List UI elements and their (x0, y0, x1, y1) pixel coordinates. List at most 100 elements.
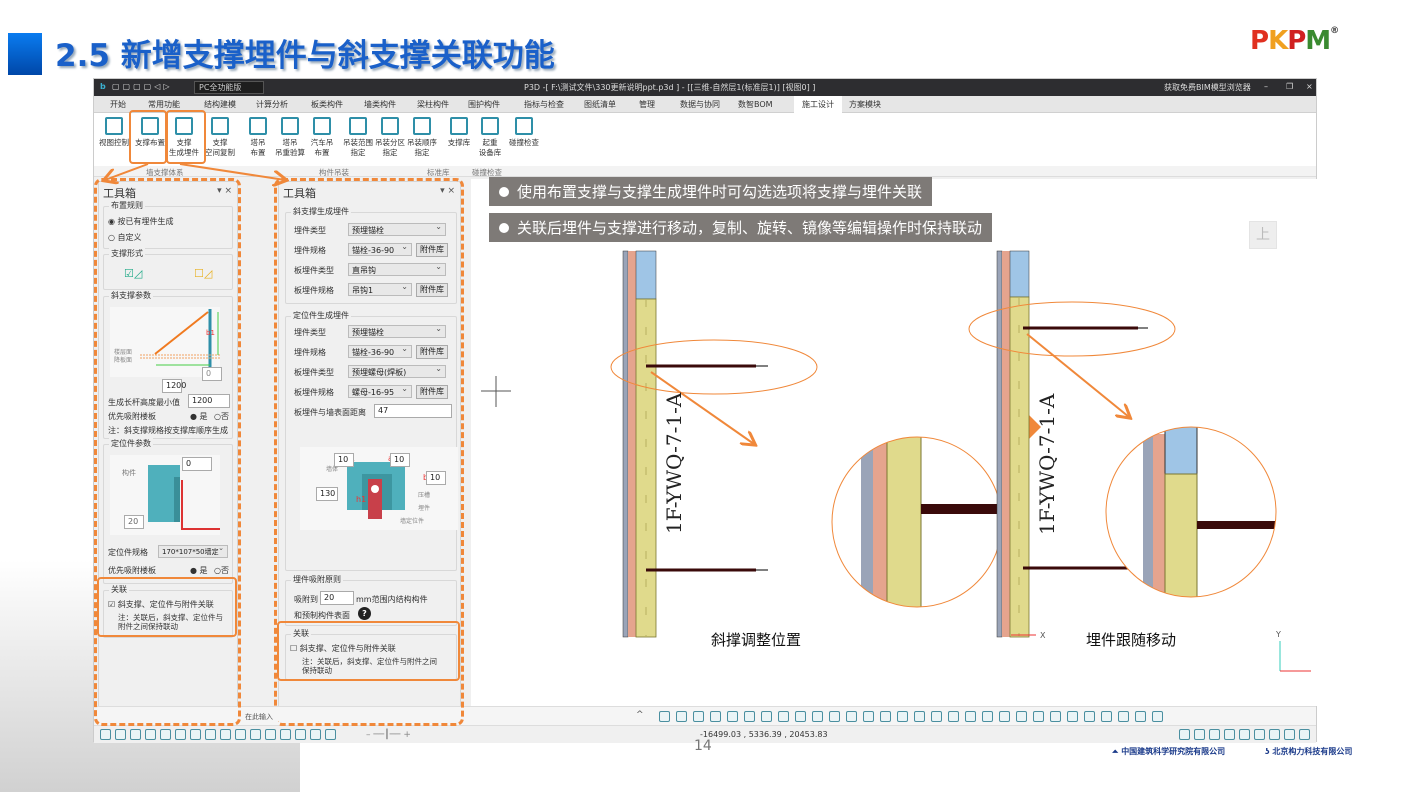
snap-toggle-icon[interactable] (1254, 729, 1265, 740)
status-toolbar-icon[interactable] (205, 729, 216, 740)
menu-tab[interactable]: 围护构件 (468, 99, 500, 110)
menu-tab[interactable]: 指标与检查 (524, 99, 564, 110)
view-toolbar-icon[interactable] (897, 711, 908, 722)
restore-button[interactable]: ❐ (1286, 82, 1293, 91)
get-viewer-link[interactable]: 获取免费BIM模型浏览器 (1164, 82, 1251, 93)
view-toolbar-icon[interactable] (1084, 711, 1095, 722)
svg-text:Y: Y (1275, 630, 1281, 639)
highlight-association-1 (97, 577, 237, 637)
ribbon-button[interactable]: 吊装范围 指定 (340, 117, 376, 158)
view-toolbar-icon[interactable] (1067, 711, 1078, 722)
menu-tab[interactable]: 数智BOM (738, 99, 773, 110)
view-toolbar-icon[interactable] (795, 711, 806, 722)
ribbon-button[interactable]: 汽车吊 布置 (304, 117, 340, 158)
view-toolbar-icon[interactable] (1016, 711, 1027, 722)
quick-access-icons[interactable]: ▢▢▢▢◁▷ (112, 82, 173, 91)
drawing-svg: 1F-YWQ-7-1-A 斜撑调整位置 1F-YWQ-7-1-A 埋件跟随移动 … (481, 250, 1311, 672)
view-toolbar-icon[interactable] (710, 711, 721, 722)
view-toolbar-icon[interactable] (1152, 711, 1163, 722)
ribbon-button[interactable]: 视图控制 (96, 117, 132, 148)
ribbon-button[interactable]: 支撑 空间复制 (202, 117, 238, 158)
view-toolbar-icon[interactable] (829, 711, 840, 722)
status-toolbar-icon[interactable] (130, 729, 141, 740)
view-toolbar-icon[interactable] (761, 711, 772, 722)
snap-toggle-icon[interactable] (1284, 729, 1295, 740)
ribbon-button-icon (515, 117, 533, 135)
view-toolbar-icon[interactable] (880, 711, 891, 722)
view-toolbar-icon[interactable] (982, 711, 993, 722)
status-toolbar-icon[interactable] (220, 729, 231, 740)
menu-tab[interactable]: 数据与协同 (680, 99, 720, 110)
status-toolbar-icon[interactable] (265, 729, 276, 740)
magnifier-after (1105, 426, 1277, 598)
ribbon-button[interactable]: 起重 设备库 (472, 117, 508, 158)
view-toolbar-icon[interactable] (863, 711, 874, 722)
ribbon-button[interactable]: 塔吊 吊重验算 (272, 117, 308, 158)
menu-tab[interactable]: 管理 (639, 99, 655, 110)
ribbon-button-label: 支撑库 (447, 138, 471, 147)
status-toolbar-icon[interactable] (250, 729, 261, 740)
status-toolbar-icon[interactable] (235, 729, 246, 740)
menu-tab[interactable]: 梁柱构件 (417, 99, 449, 110)
drawing-canvas[interactable]: 使用布置支撑与支撑生成埋件时可勾选选项将支撑与埋件关联 关联后埋件与支撑进行移动… (471, 177, 1317, 706)
ribbon-button[interactable]: 吊装分区 指定 (372, 117, 408, 158)
minimize-button[interactable]: – (1264, 82, 1268, 91)
snap-toggle-icon[interactable] (1209, 729, 1220, 740)
ribbon-button[interactable]: 碰撞检查 (506, 117, 542, 148)
menu-tab[interactable]: 结构建模 (204, 99, 236, 110)
ribbon-button[interactable]: 塔吊 布置 (240, 117, 276, 158)
menu-tab[interactable]: 板类构件 (311, 99, 343, 110)
status-toolbar-icon[interactable] (310, 729, 321, 740)
status-toolbar-icon[interactable] (325, 729, 336, 740)
menu-tab[interactable]: 图纸清单 (584, 99, 616, 110)
view-toolbar-icon[interactable] (812, 711, 823, 722)
snap-toggle-icon[interactable] (1299, 729, 1310, 740)
view-toolbar-icon[interactable] (693, 711, 704, 722)
snap-toggle-icon[interactable] (1224, 729, 1235, 740)
view-toolbar-icon[interactable] (1050, 711, 1061, 722)
view-toolbar-icon[interactable] (744, 711, 755, 722)
snap-toggle-icon[interactable] (1194, 729, 1205, 740)
view-toolbar-icon[interactable] (778, 711, 789, 722)
view-toolbar-icon[interactable] (727, 711, 738, 722)
pkpm-logo: PKPM® (1250, 26, 1339, 56)
status-toolbar-icon[interactable] (295, 729, 306, 740)
status-toolbar-icon[interactable] (100, 729, 111, 740)
menu-tab[interactable]: 墙类构件 (364, 99, 396, 110)
expand-up-icon[interactable]: ^ (636, 710, 644, 720)
menu-tab[interactable]: 施工设计 (794, 96, 842, 113)
status-toolbar-icon[interactable] (280, 729, 291, 740)
ribbon-button-icon (249, 117, 267, 135)
snap-toggle-icon[interactable] (1269, 729, 1280, 740)
status-toolbar-icon[interactable] (115, 729, 126, 740)
ribbon-button-label: 吊装顺序 指定 (407, 138, 437, 157)
status-toolbar-icon[interactable] (190, 729, 201, 740)
view-toolbar-icon[interactable] (846, 711, 857, 722)
view-toolbar-icon[interactable] (948, 711, 959, 722)
zoom-slider[interactable]: – ──┃── + (366, 730, 426, 740)
snap-toggle-icon[interactable] (1179, 729, 1190, 740)
status-toolbar-icon[interactable] (160, 729, 171, 740)
view-toolbar-icon[interactable] (1101, 711, 1112, 722)
view-toolbar-icon[interactable] (1118, 711, 1129, 722)
workspace-select[interactable]: PC全功能版 (194, 81, 264, 94)
view-toolbar-icon[interactable] (659, 711, 670, 722)
snap-toggle-icon[interactable] (1239, 729, 1250, 740)
status-toolbar-icon[interactable] (175, 729, 186, 740)
view-toolbar-icon[interactable] (999, 711, 1010, 722)
command-input[interactable]: 在此输入 (244, 707, 278, 724)
menu-tab[interactable]: 开始 (110, 99, 126, 110)
menu-tab[interactable]: 方案模块 (849, 99, 881, 110)
status-toolbar-icon[interactable] (145, 729, 156, 740)
menu-tab[interactable]: 计算分析 (256, 99, 288, 110)
view-toolbar-icon[interactable] (1033, 711, 1044, 722)
close-button[interactable]: × (1306, 82, 1313, 91)
ribbon-button[interactable]: 吊装顺序 指定 (404, 117, 440, 158)
view-toolbar-icon[interactable] (965, 711, 976, 722)
page-number: 14 (694, 738, 712, 754)
view-toolbar-icon[interactable] (1135, 711, 1146, 722)
menu-tab[interactable]: 常用功能 (148, 99, 180, 110)
view-toolbar-icon[interactable] (914, 711, 925, 722)
view-toolbar-icon[interactable] (931, 711, 942, 722)
view-toolbar-icon[interactable] (676, 711, 687, 722)
